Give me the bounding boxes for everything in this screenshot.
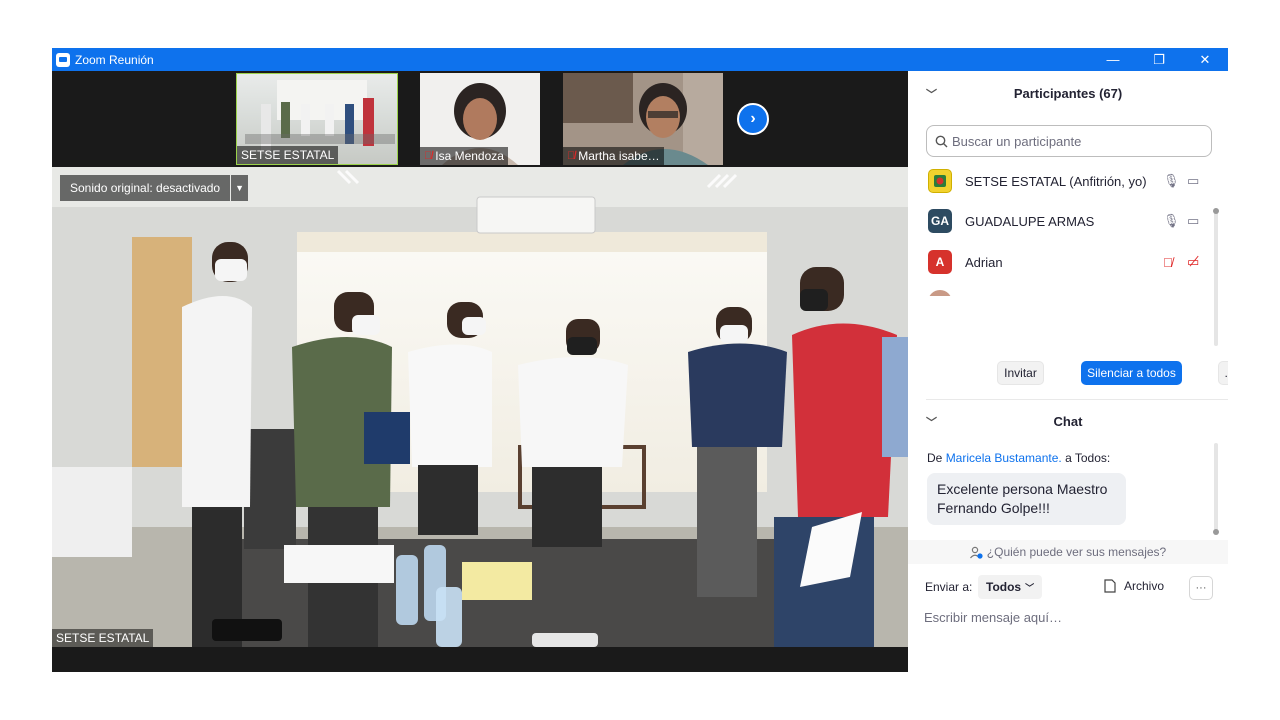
avatar bbox=[928, 290, 952, 296]
chevron-down-icon[interactable]: ﹀ bbox=[926, 414, 937, 430]
video-camera-icon[interactable]: ▭ bbox=[1187, 173, 1199, 189]
original-sound-control[interactable]: Sonido original: desactivado ▼ bbox=[60, 175, 249, 201]
participants-title: Participantes (67) bbox=[1013, 85, 1123, 101]
scrollbar-thumb[interactable] bbox=[1213, 529, 1219, 535]
mute-all-button[interactable]: Silenciar a todos bbox=[1081, 361, 1182, 385]
participants-list: SETSE ESTATAL (Anfitrión, yo) 🎙 ▭ GA GUA… bbox=[908, 161, 1218, 296]
chat-sender-name[interactable]: Maricela Bustamante. bbox=[946, 451, 1062, 465]
zoom-window: Zoom Reunión — ❐ ✕ SETSE ESTATAL 🎙̸ Isa … bbox=[52, 48, 1228, 672]
search-icon bbox=[935, 135, 948, 147]
thumbnail-martha-isabel[interactable]: 🎙̸ Martha isabe… bbox=[563, 73, 723, 165]
divider bbox=[926, 399, 1228, 400]
message-input[interactable] bbox=[924, 605, 1214, 629]
thumbnail-name: 🎙̸ Martha isabe… bbox=[563, 147, 664, 165]
document-icon bbox=[1104, 579, 1116, 593]
muted-mic-icon: 🎙̸ bbox=[424, 150, 433, 162]
send-to-label: Enviar a: bbox=[925, 580, 973, 594]
thumbnail-isa-mendoza[interactable]: 🎙̸ Isa Mendoza bbox=[420, 73, 540, 165]
close-button[interactable]: ✕ bbox=[1182, 48, 1228, 71]
file-button[interactable]: Archivo bbox=[1104, 579, 1164, 593]
participant-row[interactable]: SETSE ESTATAL (Anfitrión, yo) 🎙 ▭ bbox=[908, 161, 1218, 201]
speaker-name-label: SETSE ESTATAL bbox=[52, 629, 154, 647]
thumbnail-name: SETSE ESTATAL bbox=[237, 146, 339, 164]
chevron-down-icon[interactable]: ▼ bbox=[231, 175, 249, 201]
muted-mic-icon: 🎙̸ bbox=[567, 150, 576, 162]
chat-title: Chat bbox=[1053, 413, 1083, 429]
participant-search[interactable] bbox=[926, 125, 1212, 157]
thumbnail-name: 🎙̸ Isa Mendoza bbox=[420, 147, 508, 165]
avatar: A bbox=[928, 250, 952, 274]
title-bar: Zoom Reunión — ❐ ✕ bbox=[52, 48, 1228, 71]
video-camera-icon[interactable]: ▭ bbox=[1187, 213, 1199, 229]
participants-header: ﹀ Participantes (67) bbox=[908, 73, 1228, 113]
restore-button[interactable]: ❐ bbox=[1136, 48, 1182, 71]
original-sound-button[interactable]: Sonido original: desactivado bbox=[60, 175, 231, 201]
muted-mic-icon[interactable]: 🎙̸ bbox=[1163, 255, 1173, 270]
video-off-icon[interactable]: ▭̸ bbox=[1187, 254, 1199, 270]
participant-row[interactable]: GA GUADALUPE ARMAS 🎙 ▭ bbox=[908, 201, 1218, 241]
next-page-button[interactable]: › bbox=[737, 103, 769, 135]
mic-icon[interactable]: 🎙 bbox=[1163, 213, 1180, 229]
side-panel: ﹀ Participantes (67) SETSE ESTATAL (Anfi… bbox=[908, 71, 1228, 672]
gallery-strip: SETSE ESTATAL 🎙̸ Isa Mendoza 🎙̸ Martha i… bbox=[52, 71, 908, 167]
participant-name: GUADALUPE ARMAS bbox=[965, 213, 1095, 229]
window-title: Zoom Reunión bbox=[75, 52, 154, 67]
main-video-image bbox=[52, 167, 908, 647]
chat-more-button[interactable]: ··· bbox=[1189, 576, 1213, 600]
video-area: SETSE ESTATAL 🎙̸ Isa Mendoza 🎙̸ Martha i… bbox=[52, 71, 908, 672]
participant-row[interactable] bbox=[908, 282, 1218, 296]
participant-row[interactable]: A Adrian 🎙̸ ▭̸ bbox=[908, 242, 1218, 282]
invite-button[interactable]: Invitar bbox=[997, 361, 1044, 385]
organization-logo-icon bbox=[934, 175, 946, 187]
participants-scrollbar[interactable] bbox=[1214, 208, 1218, 346]
main-video: Sonido original: desactivado ▼ SETSE EST… bbox=[52, 167, 908, 647]
chat-header: ﹀ Chat bbox=[908, 401, 1228, 441]
thumbnail-setse-estatal[interactable]: SETSE ESTATAL bbox=[236, 73, 398, 165]
more-options-button[interactable]: … bbox=[1218, 361, 1228, 385]
scrollbar-thumb[interactable] bbox=[1213, 208, 1219, 214]
chat-sender-line: De Maricela Bustamante. a Todos: bbox=[927, 451, 1111, 465]
participant-name: SETSE ESTATAL (Anfitrión, yo) bbox=[965, 173, 1147, 189]
avatar: GA bbox=[928, 209, 952, 233]
participant-name: Adrian bbox=[965, 254, 1003, 270]
chat-message-bubble: Excelente persona Maestro Fernando Golpe… bbox=[927, 473, 1126, 525]
minimize-button[interactable]: — bbox=[1090, 48, 1136, 71]
chevron-down-icon[interactable]: ﹀ bbox=[926, 86, 937, 102]
zoom-logo-icon bbox=[56, 52, 70, 67]
who-can-see-messages[interactable]: ¿Quién puede ver sus mensajes? bbox=[908, 540, 1228, 564]
user-info-icon bbox=[969, 546, 983, 559]
mic-icon[interactable]: 🎙 bbox=[1163, 173, 1180, 189]
chat-scrollbar[interactable] bbox=[1214, 443, 1218, 533]
send-to-dropdown[interactable]: Todos ﹀ bbox=[978, 575, 1043, 599]
avatar bbox=[928, 169, 952, 193]
search-input[interactable] bbox=[952, 133, 1202, 149]
chevron-down-icon: ﹀ bbox=[1025, 582, 1035, 593]
